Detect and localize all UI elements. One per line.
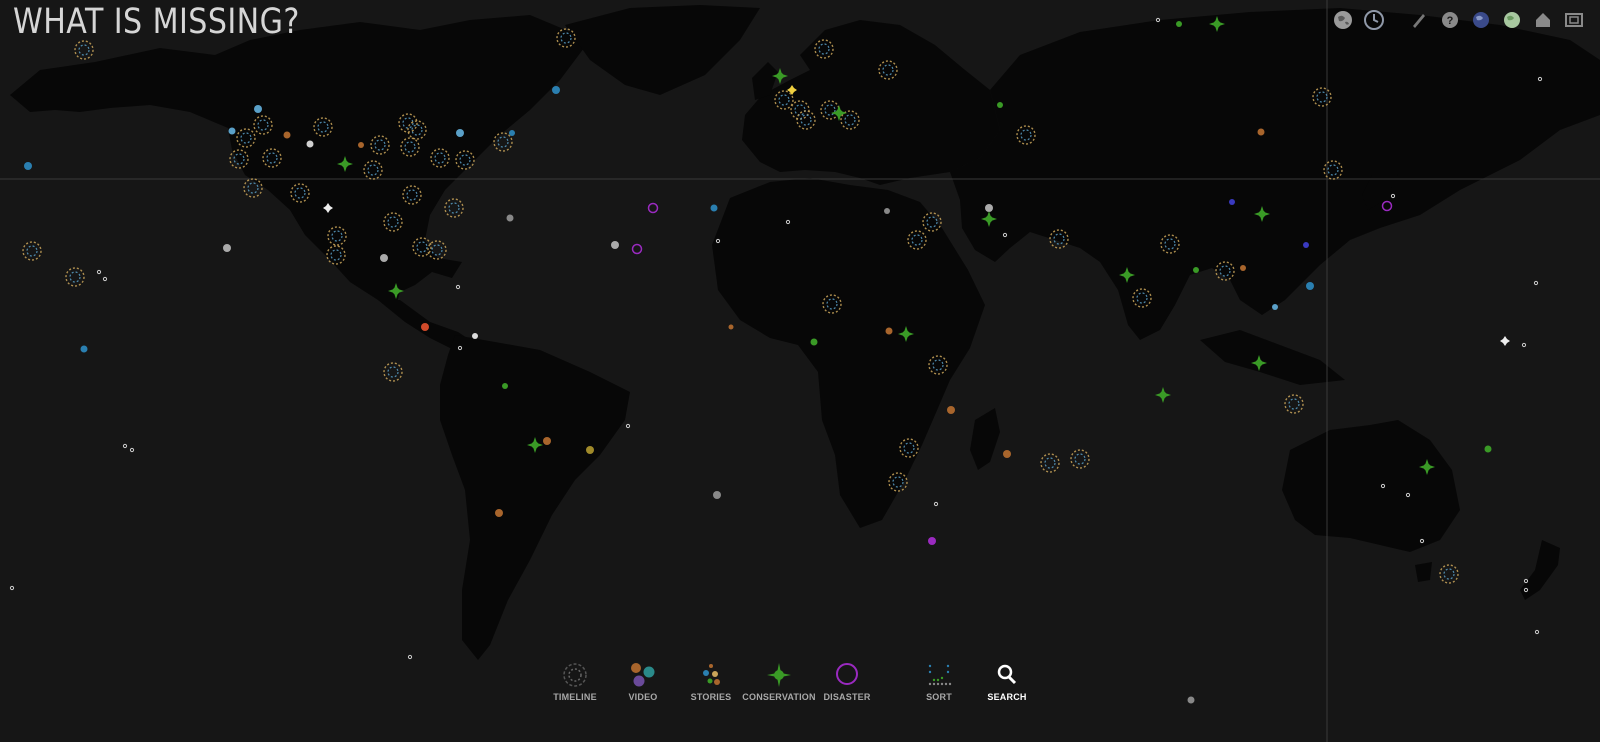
earth-green-icon (1503, 12, 1520, 28)
conservation-marker-center[interactable] (1258, 210, 1266, 218)
clock-icon (1363, 10, 1384, 30)
video-marker[interactable] (1484, 445, 1492, 453)
help-icon: ? (1441, 12, 1458, 28)
home-icon (1535, 13, 1550, 27)
conservation-star-icon (767, 663, 791, 687)
video-marker[interactable] (380, 254, 388, 262)
draw-button[interactable] (1406, 8, 1431, 32)
video-marker[interactable] (283, 131, 291, 139)
legend-sort-label: SORT (926, 692, 952, 702)
fullscreen-button[interactable] (1561, 8, 1586, 32)
video-marker[interactable] (885, 327, 893, 335)
conservation-marker-center[interactable] (1423, 463, 1431, 471)
legend-disaster-label: DISASTER (823, 692, 871, 702)
video-marker[interactable] (509, 130, 515, 136)
video-marker[interactable] (1257, 128, 1265, 136)
video-marker[interactable] (810, 338, 818, 346)
video-marker[interactable] (1176, 21, 1182, 27)
video-marker[interactable] (495, 509, 503, 517)
earth-icon (1472, 12, 1489, 28)
conservation-marker-center[interactable] (1159, 391, 1167, 399)
globe-view-button[interactable] (1330, 8, 1355, 32)
video-marker[interactable] (543, 437, 551, 445)
svg-text:?: ? (1446, 15, 1453, 27)
video-marker[interactable] (884, 208, 890, 214)
fullscreen-icon (1564, 13, 1583, 27)
video-marker[interactable] (1272, 304, 1278, 310)
legend-video-label: VIDEO (628, 692, 658, 702)
legend-bar: TIMELINE VIDEO STORIES CONSERVATION DISA… (540, 660, 1040, 730)
video-marker[interactable] (421, 323, 429, 331)
home-button[interactable] (1530, 8, 1555, 32)
legend-disaster-button[interactable]: DISASTER (812, 660, 882, 702)
video-bubbles-icon (631, 663, 655, 687)
video-marker[interactable] (254, 105, 262, 113)
legend-stories-label: STORIES (690, 692, 732, 702)
conservation-marker-center[interactable] (835, 109, 843, 117)
video-marker[interactable] (306, 140, 314, 148)
sort-grid-icon (928, 664, 952, 686)
conservation-marker-center[interactable] (1123, 271, 1131, 279)
video-marker[interactable] (710, 204, 718, 212)
page-title: WHAT IS MISSING? (13, 2, 300, 42)
video-marker[interactable] (713, 491, 721, 499)
earth-green-view-button[interactable] (1499, 8, 1524, 32)
video-marker[interactable] (947, 406, 955, 414)
legend-stories-button[interactable]: STORIES (676, 660, 746, 702)
timeline-spiral-icon (563, 663, 587, 687)
conservation-marker-center[interactable] (341, 160, 349, 168)
video-marker[interactable] (456, 129, 464, 137)
world-map[interactable] (0, 0, 1600, 742)
video-marker[interactable] (506, 214, 514, 222)
legend-conservation-label: CONSERVATION (742, 692, 816, 702)
video-marker[interactable] (552, 86, 560, 94)
video-marker[interactable] (228, 127, 236, 135)
video-marker[interactable] (223, 244, 231, 252)
video-marker[interactable] (1229, 199, 1235, 205)
stories-dots-icon (703, 664, 720, 685)
conservation-marker-center[interactable] (531, 441, 539, 449)
video-marker[interactable] (1303, 242, 1309, 248)
disaster-ring-icon (836, 663, 858, 685)
legend-search-label: SEARCH (987, 692, 1027, 702)
help-button[interactable]: ? (1437, 8, 1462, 32)
video-marker[interactable] (1306, 282, 1314, 290)
pencil-icon (1412, 14, 1425, 28)
earth-view-button[interactable] (1468, 8, 1493, 32)
video-marker[interactable] (472, 333, 478, 339)
video-marker[interactable] (728, 324, 734, 330)
video-marker[interactable] (502, 383, 508, 389)
timeline-view-button[interactable] (1361, 8, 1386, 32)
legend-sort-button[interactable]: SORT (904, 660, 974, 702)
video-marker[interactable] (928, 537, 936, 545)
video-marker[interactable] (611, 241, 619, 249)
continent-tasmania (1415, 562, 1432, 582)
video-marker[interactable] (985, 204, 993, 212)
conservation-marker-center[interactable] (985, 215, 993, 223)
video-marker[interactable] (80, 345, 88, 353)
legend-timeline-label: TIMELINE (553, 692, 597, 702)
video-marker[interactable] (1187, 696, 1195, 704)
legend-search-button[interactable]: SEARCH (972, 660, 1042, 702)
conservation-marker-center[interactable] (902, 330, 910, 338)
globe-view-icon (1333, 11, 1352, 29)
video-marker[interactable] (358, 142, 364, 148)
video-marker[interactable] (997, 102, 1003, 108)
conservation-marker-center[interactable] (1255, 359, 1263, 367)
toolbar: ? (1330, 8, 1586, 32)
conservation-marker-center[interactable] (776, 72, 784, 80)
search-icon (997, 664, 1017, 685)
legend-timeline-button[interactable]: TIMELINE (540, 660, 610, 702)
legend-video-button[interactable]: VIDEO (608, 660, 678, 702)
video-marker[interactable] (1003, 450, 1011, 458)
video-marker[interactable] (1193, 267, 1199, 273)
video-marker[interactable] (1240, 265, 1246, 271)
conservation-marker-center[interactable] (392, 287, 400, 295)
video-marker[interactable] (24, 162, 32, 170)
video-marker[interactable] (586, 446, 594, 454)
legend-conservation-button[interactable]: CONSERVATION (742, 660, 816, 702)
conservation-marker-center[interactable] (1213, 20, 1221, 28)
